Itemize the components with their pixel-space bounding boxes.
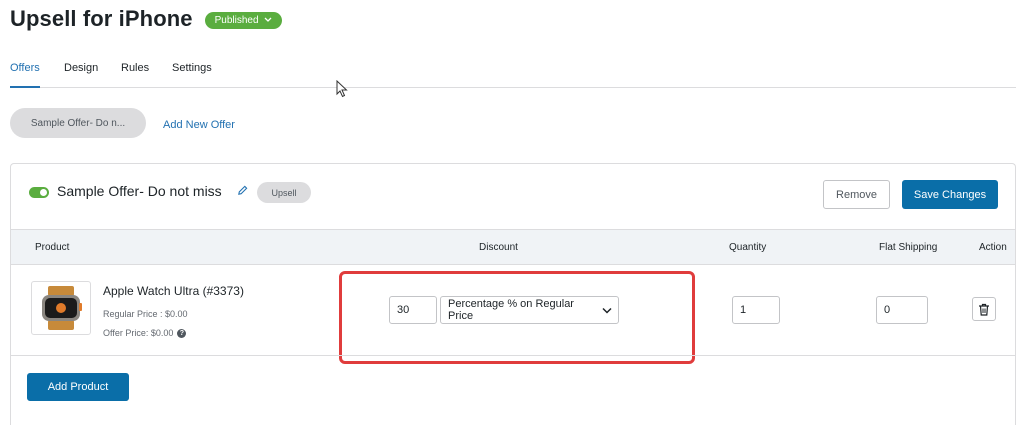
header-quantity: Quantity (729, 242, 767, 253)
product-image (31, 281, 91, 335)
tab-rules[interactable]: Rules (121, 62, 149, 74)
mouse-cursor-icon (336, 80, 348, 98)
delete-product-button[interactable] (972, 297, 996, 321)
tab-design[interactable]: Design (64, 62, 98, 74)
offer-type-badge: Upsell (257, 182, 311, 203)
header-discount: Discount (479, 242, 518, 253)
highlight-annotation (339, 271, 695, 364)
product-name: Apple Watch Ultra (#3373) (103, 284, 244, 298)
pencil-icon[interactable] (237, 185, 248, 196)
header-action: Action (979, 242, 1007, 253)
offer-chip[interactable]: Sample Offer- Do n... (10, 108, 146, 138)
table-header: Product Discount Quantity Flat Shipping … (11, 229, 1015, 265)
quantity-input[interactable]: 1 (732, 296, 780, 324)
trash-icon (979, 303, 989, 316)
page-title: Upsell for iPhone (10, 6, 193, 31)
add-new-offer-link[interactable]: Add New Offer (163, 119, 235, 131)
header-product: Product (35, 242, 70, 253)
regular-price: Regular Price : $0.00 (103, 309, 188, 319)
offer-enabled-toggle[interactable] (29, 187, 49, 198)
chevron-down-icon (264, 17, 271, 22)
tab-bar: Offers Design Rules Settings (10, 56, 1016, 88)
tab-settings[interactable]: Settings (172, 62, 212, 74)
page-header: Upsell for iPhone Published (10, 6, 282, 32)
help-icon[interactable]: ? (177, 328, 187, 338)
header-flat-shipping: Flat Shipping (879, 242, 938, 253)
offer-card: Sample Offer- Do not miss Upsell Remove … (10, 163, 1016, 425)
watch-icon (42, 286, 82, 330)
offer-price: Offer Price: $0.00 (103, 328, 174, 338)
status-dropdown[interactable]: Published (204, 11, 282, 29)
offer-price-row: Offer Price: $0.00 ? (103, 328, 187, 338)
status-label: Published (214, 14, 259, 26)
flat-shipping-input[interactable]: 0 (876, 296, 928, 324)
save-changes-button[interactable]: Save Changes (902, 180, 998, 209)
row-divider (11, 355, 1015, 356)
offer-name: Sample Offer- Do not miss (57, 183, 222, 199)
active-tab-indicator (10, 86, 40, 88)
tab-offers[interactable]: Offers (10, 62, 40, 74)
remove-button[interactable]: Remove (823, 180, 890, 209)
add-product-button[interactable]: Add Product (27, 373, 129, 401)
